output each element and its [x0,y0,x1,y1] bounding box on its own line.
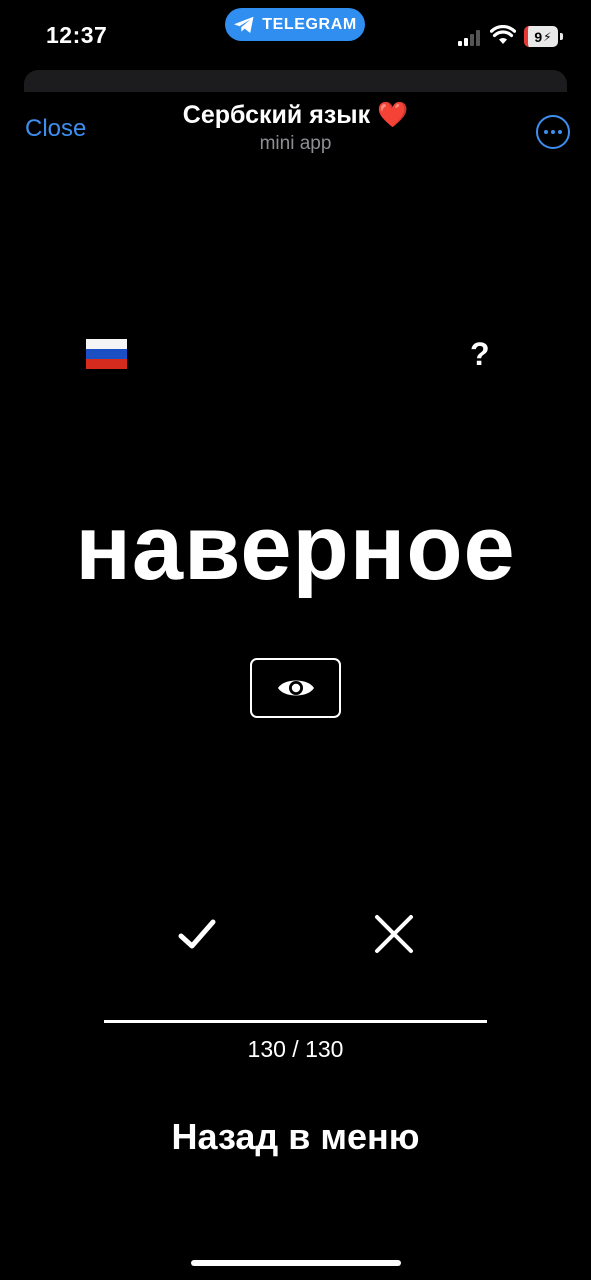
progress-bar-fill [104,1020,487,1023]
mini-app-title: Сербский язык ❤️ [182,101,409,129]
telegram-pill-label: TELEGRAM [262,15,357,33]
eye-icon [277,680,314,696]
sheet-top-edge [24,70,567,92]
battery-charging-icon: 9 ⚡ [524,26,558,47]
progress-bar [104,1020,487,1023]
mark-known-button[interactable] [175,912,219,961]
russian-flag-icon [86,339,127,369]
more-options-icon[interactable] [536,115,570,149]
mark-unknown-button[interactable] [372,912,416,961]
back-to-menu-button[interactable]: Назад в меню [0,1116,591,1158]
checkmark-icon [178,919,216,949]
cross-icon [375,915,413,953]
wifi-icon [490,25,516,44]
flashcard-word: наверное [75,497,516,599]
telegram-plane-icon [234,16,254,33]
reveal-translation-button[interactable] [250,658,341,718]
close-button[interactable]: Close [25,115,86,143]
battery-level: 9 [534,28,543,45]
cellular-signal-icon [458,29,480,46]
telegram-return-pill[interactable]: TELEGRAM [225,8,365,41]
help-button[interactable]: ? [470,336,490,373]
battery-tip [560,33,563,40]
mini-app-subtitle: mini app [259,133,332,154]
status-time: 12:37 [46,22,108,48]
home-indicator [191,1260,401,1266]
progress-counter: 130 / 130 [247,1036,344,1062]
